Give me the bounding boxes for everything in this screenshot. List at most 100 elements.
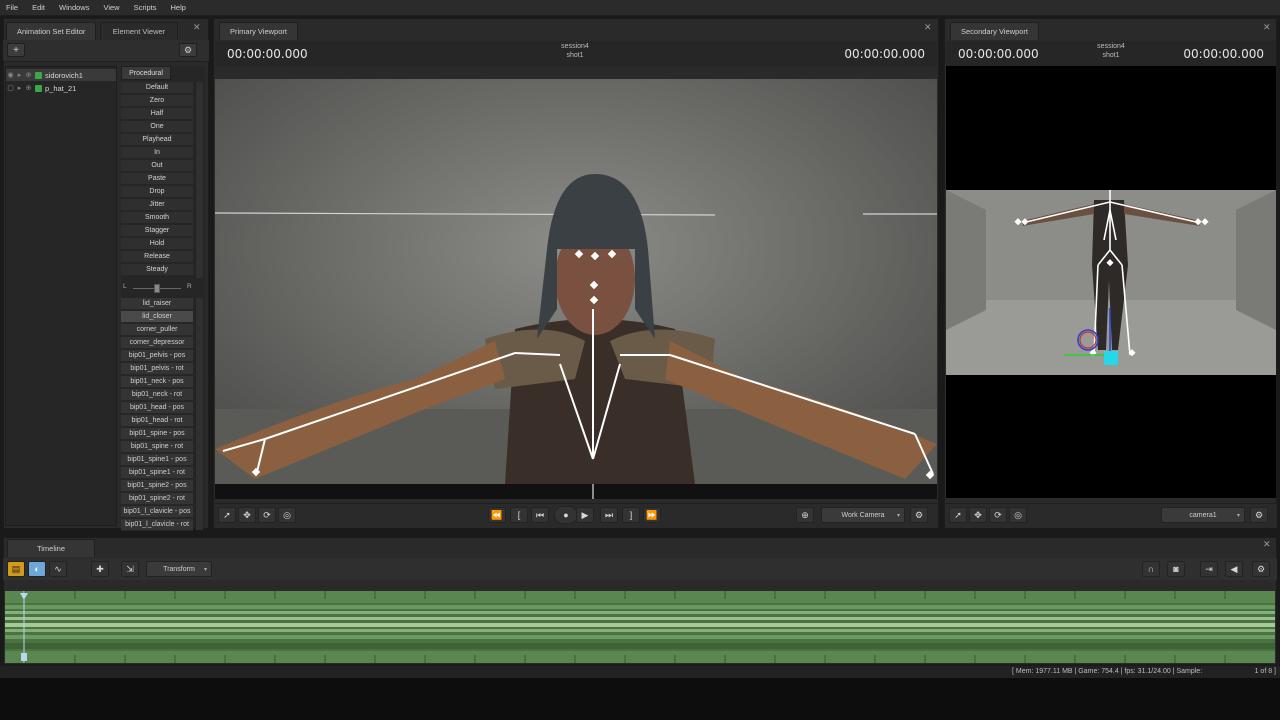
rotate-tool-icon[interactable]: ⟳: [989, 507, 1007, 523]
select-tool-icon[interactable]: ➚: [218, 507, 236, 523]
control-neck-rot[interactable]: bip01_neck - rot: [121, 389, 193, 401]
snap-icon[interactable]: ∩: [1142, 561, 1160, 577]
primary-viewport-render[interactable]: [215, 79, 937, 499]
balance-slider[interactable]: L R: [121, 282, 193, 294]
close-icon[interactable]: ✕: [1263, 539, 1271, 550]
tab-procedural[interactable]: Procedural: [121, 66, 171, 80]
close-icon[interactable]: ✕: [1263, 22, 1271, 33]
close-icon[interactable]: ✕: [193, 22, 201, 33]
move-tool-icon[interactable]: ✥: [969, 507, 987, 523]
preset-jitter[interactable]: Jitter: [121, 199, 193, 211]
tab-secondary-viewport[interactable]: Secondary Viewport: [950, 22, 1039, 40]
preset-paste[interactable]: Paste: [121, 173, 193, 185]
preset-release[interactable]: Release: [121, 251, 193, 263]
menu-edit[interactable]: Edit: [32, 3, 45, 12]
control-l-clavicle-pos[interactable]: bip01_l_clavicle - pos: [121, 506, 193, 518]
preset-one[interactable]: One: [121, 121, 193, 133]
preset-stagger[interactable]: Stagger: [121, 225, 193, 237]
preset-smooth[interactable]: Smooth: [121, 212, 193, 224]
gear-icon[interactable]: ⚙: [910, 507, 928, 523]
timeline-track-area[interactable]: [5, 591, 1275, 663]
control-pelvis-rot[interactable]: bip01_pelvis - rot: [121, 363, 193, 375]
menu-scripts[interactable]: Scripts: [134, 3, 157, 12]
preset-hold[interactable]: Hold: [121, 238, 193, 250]
control-spine-rot[interactable]: bip01_spine - rot: [121, 441, 193, 453]
gear-icon[interactable]: ⚙: [1250, 507, 1268, 523]
control-spine2-pos[interactable]: bip01_spine2 - pos: [121, 480, 193, 492]
menu-help[interactable]: Help: [171, 3, 186, 12]
preset-drop[interactable]: Drop: [121, 186, 193, 198]
menu-view[interactable]: View: [103, 3, 119, 12]
tree-item-sidorovich1[interactable]: ◉ ▸ ⊕ sidorovich1: [6, 69, 116, 81]
control-neck-pos[interactable]: bip01_neck - pos: [121, 376, 193, 388]
gear-icon[interactable]: ⚙: [179, 43, 197, 57]
control-pelvis-pos[interactable]: bip01_pelvis - pos: [121, 350, 193, 362]
preset-half[interactable]: Half: [121, 108, 193, 120]
balance-handle[interactable]: [154, 284, 160, 293]
tab-primary-viewport[interactable]: Primary Viewport: [219, 22, 298, 40]
eye-icon[interactable]: ◉: [6, 71, 15, 79]
control-corner-puller[interactable]: corner_puller: [121, 324, 193, 336]
mute-icon[interactable]: ◀: [1225, 561, 1243, 577]
frame-all-icon[interactable]: ⇥: [1200, 561, 1218, 577]
add-icon[interactable]: +: [7, 43, 25, 57]
expand-icon[interactable]: ▸: [15, 84, 24, 92]
control-head-pos[interactable]: bip01_head - pos: [121, 402, 193, 414]
tab-animation-set-editor[interactable]: Animation Set Editor: [6, 22, 97, 40]
pivot-tool-icon[interactable]: ◎: [1009, 507, 1027, 523]
add-key-icon[interactable]: ✚: [91, 561, 109, 577]
control-corner-depressor[interactable]: corner_depressor: [121, 337, 193, 349]
move-tool-icon[interactable]: ✥: [238, 507, 256, 523]
lock-toggle-icon[interactable]: ⊕: [24, 71, 33, 79]
expand-icon[interactable]: ▸: [15, 71, 24, 79]
tree-item-p_hat_21[interactable]: ▢ ▸ ⊕ p_hat_21: [6, 82, 116, 94]
secondary-viewport-render[interactable]: [946, 190, 1276, 375]
rewind-icon[interactable]: ⏪: [488, 507, 506, 523]
control-head-rot[interactable]: bip01_head - rot: [121, 415, 193, 427]
step-back-icon[interactable]: ⏮: [531, 507, 549, 523]
control-spine1-rot[interactable]: bip01_spine1 - rot: [121, 467, 193, 479]
controls-scrollbar[interactable]: [195, 298, 203, 530]
control-lid-closer[interactable]: lid_closer: [121, 311, 193, 323]
preset-in[interactable]: In: [121, 147, 193, 159]
clip-editor-icon[interactable]: ▤: [7, 561, 25, 577]
control-spine-pos[interactable]: bip01_spine - pos: [121, 428, 193, 440]
mark-in-icon[interactable]: [: [510, 507, 528, 523]
preset-playhead[interactable]: Playhead: [121, 134, 193, 146]
step-forward-icon[interactable]: ⏭: [600, 507, 618, 523]
menu-windows[interactable]: Windows: [59, 3, 89, 12]
motion-editor-icon[interactable]: ◐: [28, 561, 46, 577]
camera-select[interactable]: Work Camera ▾: [821, 507, 905, 523]
rotate-tool-icon[interactable]: ⟳: [258, 507, 276, 523]
mark-out-icon[interactable]: ]: [622, 507, 640, 523]
preset-default[interactable]: Default: [121, 82, 193, 94]
control-lid-raiser[interactable]: lid_raiser: [121, 298, 193, 310]
play-icon[interactable]: ▶: [576, 507, 594, 523]
magnet-icon[interactable]: ◙: [1167, 561, 1185, 577]
lock-icon[interactable]: ▢: [6, 84, 15, 92]
preset-out[interactable]: Out: [121, 160, 193, 172]
close-icon[interactable]: ✕: [924, 22, 932, 33]
control-l-clavicle-rot[interactable]: bip01_l_clavicle - rot: [121, 519, 193, 531]
tab-element-viewer[interactable]: Element Viewer: [100, 22, 178, 40]
crosshair-icon[interactable]: ⊕: [796, 507, 814, 523]
control-spine2-rot[interactable]: bip01_spine2 - rot: [121, 493, 193, 505]
preset-steady[interactable]: Steady: [121, 264, 193, 276]
lock-toggle-icon[interactable]: ⊕: [24, 84, 33, 92]
fast-forward-icon[interactable]: ⏩: [643, 507, 661, 523]
control-spine1-pos[interactable]: bip01_spine1 - pos: [121, 454, 193, 466]
record-icon[interactable]: ●: [554, 506, 578, 524]
gear-icon[interactable]: ⚙: [1252, 561, 1270, 577]
pivot-tool-icon[interactable]: ◎: [278, 507, 296, 523]
graph-editor-icon[interactable]: ∿: [49, 561, 67, 577]
transform-select[interactable]: Transform ▾: [146, 561, 212, 577]
tab-timeline[interactable]: Timeline: [7, 539, 95, 557]
camera-select[interactable]: camera1 ▾: [1161, 507, 1245, 523]
presets-scrollbar[interactable]: [195, 82, 203, 278]
transform-tool-icon[interactable]: ⇲: [121, 561, 139, 577]
timeline-toolbar: ▤ ◐ ∿ ✚ ⇲ Transform ▾ ∩ ◙ ⇥ ◀ ⚙: [3, 558, 1277, 580]
timeline-tracks: [5, 591, 1275, 663]
menu-file[interactable]: File: [6, 3, 18, 12]
select-tool-icon[interactable]: ➚: [949, 507, 967, 523]
preset-zero[interactable]: Zero: [121, 95, 193, 107]
